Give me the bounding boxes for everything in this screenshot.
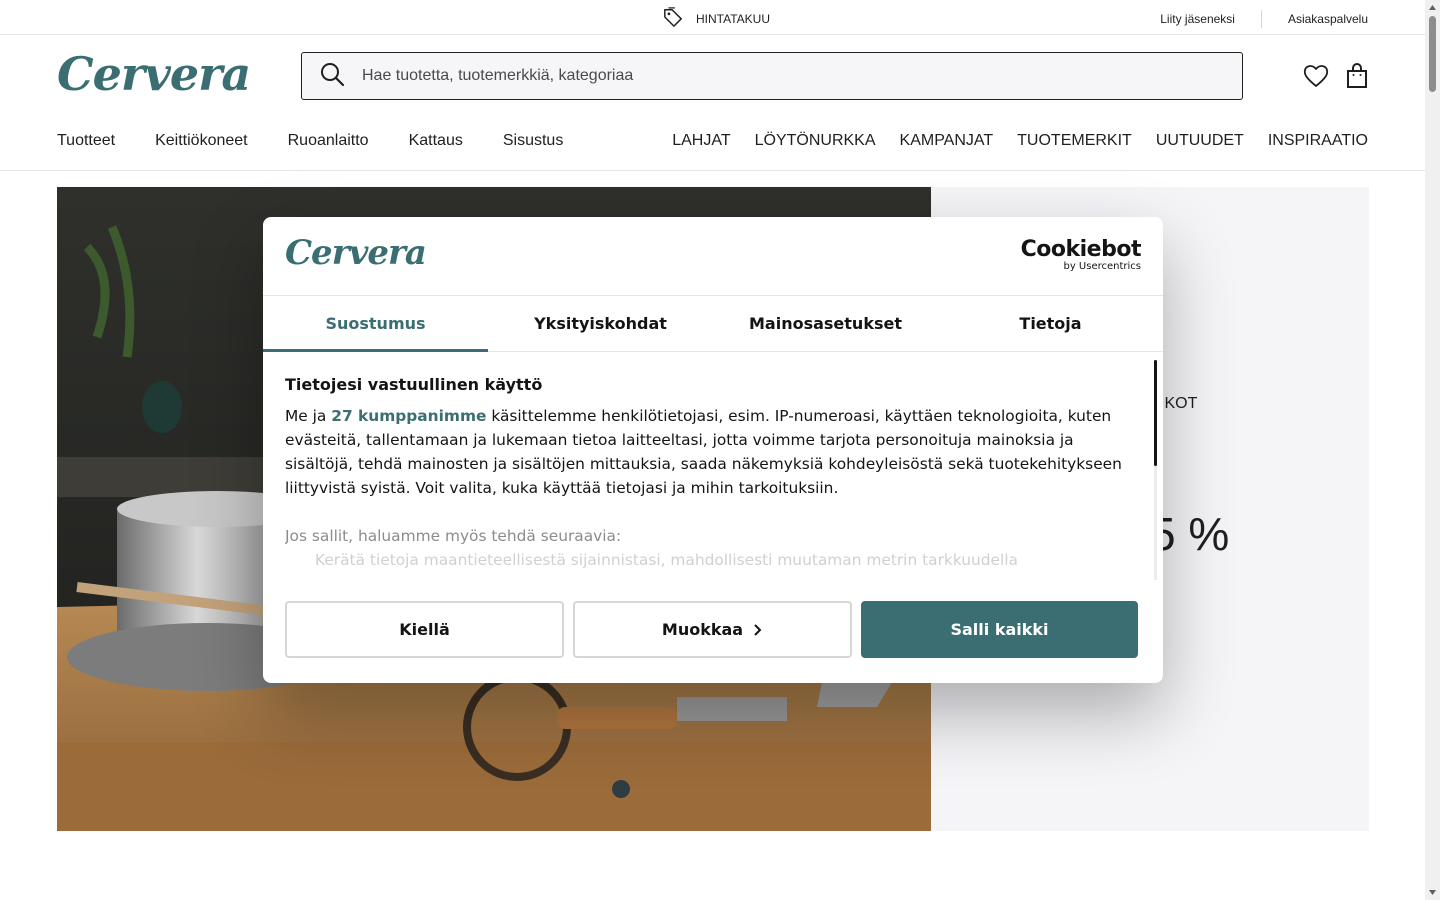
dialog-heading: Tietojesi vastuullinen käyttö [285,375,543,394]
scroll-down-arrow-icon[interactable] [1428,888,1437,897]
cookiebot-logo[interactable]: Cookiebot by Usercentrics [1020,237,1142,273]
nav-item-keittiokoneet[interactable]: Keittiökoneet [155,132,248,150]
join-member-link[interactable]: Liity jäseneksi [1160,12,1235,26]
customize-label: Muokkaa [661,620,744,639]
deny-label: Kiellä [399,620,450,639]
scroll-up-arrow-icon[interactable] [1428,3,1437,12]
tab-suostumus[interactable]: Suostumus [263,296,488,352]
dialog-tabs: Suostumus Yksityiskohdat Mainosasetukset… [263,296,1163,352]
heart-icon[interactable] [1302,62,1330,90]
top-links: Liity jäseneksi Asiakaspalvelu [1160,10,1368,28]
tab-mainosasetukset[interactable]: Mainosasetukset [713,296,938,351]
tab-yksityiskohdat[interactable]: Yksityiskohdat [488,296,713,351]
customer-service-link[interactable]: Asiakaspalvelu [1288,12,1368,26]
top-bar: HINTATAKUU Liity jäseneksi Asiakaspalvel… [0,0,1425,35]
cookie-consent-dialog: Cervera Cookiebot by Usercentrics Suostu… [263,217,1163,683]
search-icon[interactable] [302,61,345,92]
scrollbar-thumb[interactable] [1429,16,1436,92]
nav-item-ruoanlaitto[interactable]: Ruoanlaitto [288,132,369,150]
customize-button[interactable]: Muokkaa [573,601,852,658]
page-scrollbar[interactable] [1425,0,1440,900]
price-tag-icon [662,7,684,30]
category-nav: Tuotteet Keittiökoneet Ruoanlaitto Katta… [57,132,563,150]
cookiebot-name: Cookiebot [1020,237,1142,262]
dialog-header: Cervera Cookiebot by Usercentrics [263,217,1163,296]
nav-item-kattaus[interactable]: Kattaus [409,132,463,150]
nav-item-tuotteet[interactable]: Tuotteet [57,132,115,150]
dialog-scroll-thumb[interactable] [1154,360,1157,466]
header-icons [1302,62,1372,90]
search-bar[interactable] [301,52,1243,100]
chevron-right-icon [754,623,762,636]
dialog-description: Me ja 27 kumppanimme käsittelemme henkil… [285,404,1145,500]
search-input[interactable] [362,67,1202,85]
dialog-body: Tietojesi vastuullinen käyttö Me ja 27 k… [285,375,1145,581]
cookiebot-sub: by Usercentrics [1063,261,1141,272]
nav-item-uutuudet[interactable]: UUTUUDET [1156,132,1244,150]
nav-item-kampanjat[interactable]: KAMPANJAT [900,132,994,150]
allow-all-button[interactable]: Salli kaikki [861,601,1138,658]
price-guarantee-promo[interactable]: HINTATAKUU [662,7,770,30]
nav-item-tuotemerkit[interactable]: TUOTEMERKIT [1017,132,1132,150]
main-nav: Tuotteet Keittiökoneet Ruoanlaitto Katta… [0,128,1425,171]
hero-promo-text: IKOT [1160,395,1198,412]
description-prefix: Me ja [285,407,332,425]
deny-button[interactable]: Kiellä [285,601,564,658]
tab-tietoja[interactable]: Tietoja [938,296,1163,351]
divider [1260,10,1262,28]
nav-item-inspiraatio[interactable]: INSPIRAATIO [1268,132,1368,150]
more-item: Kerätä tietoja maantieteellisestä sijain… [315,551,1018,569]
dialog-logo: Cervera [285,233,427,273]
nav-item-loytonurkka[interactable]: LÖYTÖNURKKA [755,132,876,150]
more-intro: Jos sallit, haluamme myös tehdä seuraavi… [285,527,622,545]
allow-all-label: Salli kaikki [950,620,1049,639]
dialog-buttons: Kiellä Muokkaa Salli kaikki [285,601,1138,658]
partners-link[interactable]: 27 kumppanimme [331,407,486,425]
nav-item-lahjat[interactable]: LAHJAT [672,132,730,150]
secondary-nav: LAHJAT LÖYTÖNURKKA KAMPANJAT TUOTEMERKIT… [672,132,1368,150]
nav-item-sisustus[interactable]: Sisustus [503,132,563,150]
site-logo[interactable]: Cervera [57,47,251,101]
shopping-bag-icon[interactable] [1344,62,1372,90]
promo-label: HINTATAKUU [696,11,770,26]
